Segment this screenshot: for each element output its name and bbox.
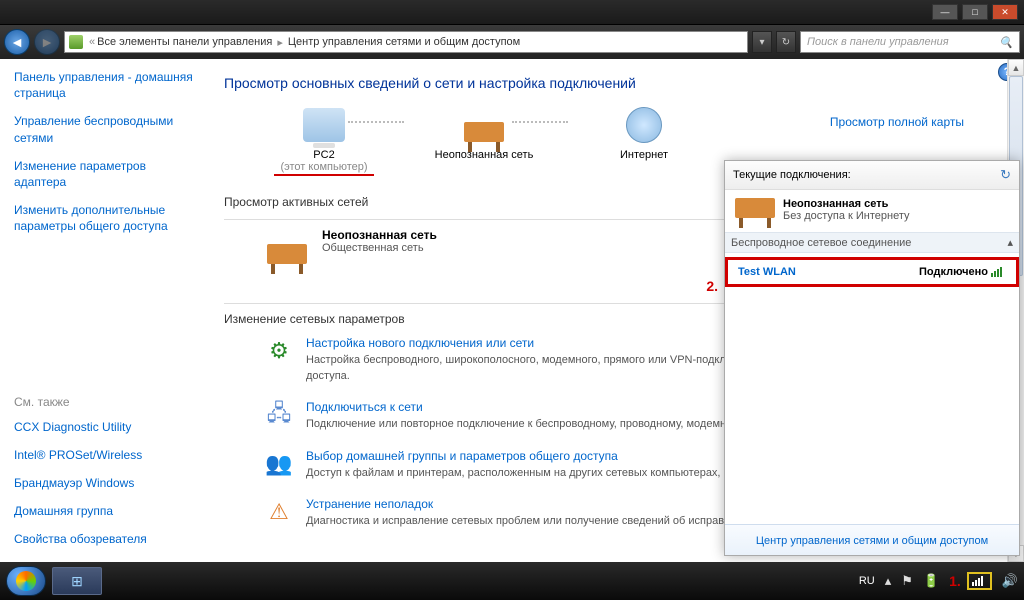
chevron-right-icon[interactable]: ▸ bbox=[277, 36, 283, 49]
sidebar: Панель управления - домашняя страница Уп… bbox=[0, 59, 200, 562]
see-also-browser[interactable]: Свойства обозревателя bbox=[14, 531, 200, 547]
minimize-button[interactable]: — bbox=[932, 4, 958, 20]
search-placeholder: Поиск в панели управления bbox=[807, 36, 949, 48]
wlan-name: Test WLAN bbox=[738, 266, 796, 278]
wlan-status: Подключено bbox=[919, 266, 988, 278]
maximize-button[interactable]: □ bbox=[962, 4, 988, 20]
sidebar-home-link[interactable]: Панель управления - домашняя страница bbox=[14, 69, 200, 101]
tray-show-hidden-icon[interactable]: ▴ bbox=[885, 573, 892, 589]
tray-volume-icon[interactable]: 🔊 bbox=[1002, 573, 1018, 589]
tray-action-center-icon[interactable]: ⚑ bbox=[901, 573, 913, 589]
pc-sub: (этот компьютер) bbox=[274, 161, 373, 176]
sidebar-link-sharing[interactable]: Изменить дополнительные параметры общего… bbox=[14, 202, 200, 234]
internet-label: Интернет bbox=[584, 149, 704, 161]
see-also-firewall[interactable]: Брандмауэр Windows bbox=[14, 475, 200, 491]
search-icon: 🔍 bbox=[999, 36, 1013, 49]
windows-logo-icon bbox=[16, 571, 36, 591]
map-internet: Интернет bbox=[584, 105, 704, 161]
forward-button: ► bbox=[34, 29, 60, 55]
nav-toolbar: ◄ ► « Все элементы панели управления ▸ Ц… bbox=[0, 25, 1024, 59]
sidebar-link-wireless[interactable]: Управление беспроводными сетями bbox=[14, 113, 200, 145]
see-also-header: См. также bbox=[14, 395, 200, 409]
see-also-ccx[interactable]: CCX Diagnostic Utility bbox=[14, 419, 200, 435]
flyout-footer-link[interactable]: Центр управления сетями и общим доступом bbox=[756, 535, 988, 547]
flyout-conn-name: Неопознанная сеть bbox=[783, 198, 910, 210]
active-net-name: Неопознанная сеть bbox=[322, 228, 437, 242]
breadcrumb-root[interactable]: Все элементы панели управления bbox=[97, 36, 272, 48]
address-bar[interactable]: « Все элементы панели управления ▸ Центр… bbox=[64, 31, 748, 53]
collapse-icon[interactable]: ▴ bbox=[1007, 236, 1013, 249]
bench-icon bbox=[735, 198, 775, 218]
current-connection: Неопознанная сеть Без доступа к Интернет… bbox=[735, 198, 1009, 222]
page-heading: Просмотр основных сведений о сети и наст… bbox=[224, 75, 1004, 91]
sidebar-link-adapter[interactable]: Изменение параметров адаптера bbox=[14, 158, 200, 190]
flyout-section-label: Беспроводное сетевое соединение bbox=[731, 237, 911, 249]
globe-icon bbox=[626, 107, 662, 143]
active-net-type[interactable]: Общественная сеть bbox=[322, 242, 437, 254]
tray-power-icon[interactable]: 🔋 bbox=[923, 573, 939, 589]
new-connection-icon: ⚙ bbox=[264, 336, 294, 366]
see-also-intel[interactable]: Intel® PROSet/Wireless bbox=[14, 447, 200, 463]
control-panel-icon bbox=[69, 35, 83, 49]
search-input[interactable]: Поиск в панели управления 🔍 bbox=[800, 31, 1020, 53]
task-desc: Диагностика и исправление сетевых пробле… bbox=[306, 514, 758, 529]
network-flyout: Текущие подключения: ↻ Неопознанная сеть… bbox=[724, 160, 1020, 556]
map-this-pc: PC2 (этот компьютер) bbox=[264, 105, 384, 176]
bench-icon bbox=[464, 122, 504, 142]
flyout-refresh-button[interactable]: ↻ bbox=[1000, 167, 1011, 183]
wifi-signal-icon bbox=[991, 267, 1002, 277]
taskbar-app-control-panel[interactable]: ⊞ bbox=[52, 567, 102, 595]
annotation-1: 1. bbox=[949, 573, 961, 589]
refresh-button[interactable]: ↻ bbox=[776, 31, 796, 53]
tray-network-icon[interactable] bbox=[967, 572, 992, 590]
connect-icon: 🖧 bbox=[264, 400, 294, 430]
start-button[interactable] bbox=[6, 566, 46, 596]
task-title[interactable]: Устранение неполадок bbox=[306, 497, 758, 511]
close-button[interactable]: ✕ bbox=[992, 4, 1018, 20]
flyout-header: Текущие подключения: bbox=[733, 169, 851, 181]
troubleshoot-icon: ⚠ bbox=[264, 497, 294, 527]
language-indicator[interactable]: RU bbox=[859, 575, 875, 587]
network-name: Неопознанная сеть bbox=[424, 149, 544, 161]
see-also-homegroup[interactable]: Домашняя группа bbox=[14, 503, 200, 519]
wlan-item[interactable]: Test WLAN Подключено bbox=[725, 257, 1019, 287]
system-tray: RU ▴ ⚑ 🔋 1. 🔊 bbox=[859, 572, 1018, 590]
annotation-2: 2. bbox=[706, 278, 718, 294]
homegroup-icon: 👥 bbox=[264, 449, 294, 479]
computer-icon bbox=[303, 108, 345, 142]
address-dropdown-button[interactable]: ▾ bbox=[752, 31, 772, 53]
bench-icon bbox=[267, 244, 307, 264]
window-titlebar: — □ ✕ bbox=[0, 0, 1024, 25]
scroll-up-button[interactable]: ▲ bbox=[1008, 59, 1024, 76]
pc-name: PC2 bbox=[264, 149, 384, 161]
back-button[interactable]: ◄ bbox=[4, 29, 30, 55]
breadcrumb-current[interactable]: Центр управления сетями и общим доступом bbox=[288, 36, 520, 48]
flyout-conn-sub: Без доступа к Интернету bbox=[783, 210, 910, 222]
taskbar: ⊞ RU ▴ ⚑ 🔋 1. 🔊 bbox=[0, 562, 1024, 600]
map-network: Неопознанная сеть bbox=[424, 105, 544, 161]
